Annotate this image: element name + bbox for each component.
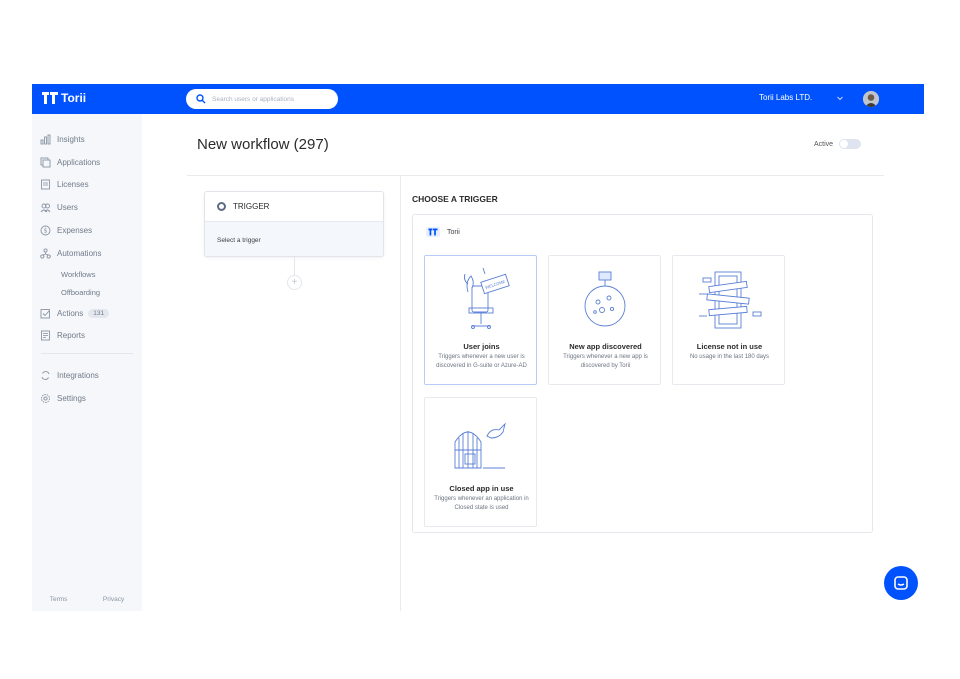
sidebar-footer: Terms Privacy	[32, 596, 142, 603]
sidebar-item-automations[interactable]: Automations	[32, 242, 142, 265]
sidebar-item-label: Insights	[57, 134, 85, 144]
avatar-image-icon	[863, 91, 879, 107]
svg-text:$: $	[44, 228, 48, 235]
sidebar-item-label: Applications	[57, 157, 101, 167]
trigger-source-header: Torii	[426, 227, 460, 237]
sidebar-item-label: Automations	[57, 248, 102, 258]
new-app-illustration-icon	[584, 271, 626, 327]
sidebar-item-reports[interactable]: Reports	[32, 325, 142, 348]
sidebar-item-integrations[interactable]: Integrations	[32, 364, 142, 387]
sidebar-item-label: Integrations	[57, 371, 99, 381]
trigger-radio-icon	[217, 202, 226, 211]
top-bar: Torii Torii Labs LTD.	[32, 84, 924, 114]
closed-app-illustration-icon	[454, 422, 506, 469]
sidebar-item-settings[interactable]: Settings	[32, 387, 142, 410]
sidebar-item-label: Licenses	[57, 180, 89, 190]
node-connector	[294, 257, 295, 275]
terms-link[interactable]: Terms	[50, 596, 68, 603]
chevron-down-icon[interactable]	[836, 94, 844, 102]
integrations-icon	[41, 371, 50, 381]
sidebar-item-label: Expenses	[57, 226, 93, 236]
trigger-chooser-panel: Torii WELCOME User joins Triggers whenev…	[412, 214, 873, 533]
sidebar-nav-secondary: Integrations Settings	[32, 364, 142, 410]
torii-logo-icon	[42, 92, 58, 104]
search-input[interactable]	[212, 95, 332, 103]
trigger-card-title: License not in use	[696, 342, 763, 351]
sidebar-item-label: Users	[57, 203, 78, 213]
sidebar-item-applications[interactable]: Applications	[32, 151, 142, 174]
active-toggle[interactable]	[839, 139, 862, 149]
actions-icon	[40, 308, 50, 319]
trigger-card-description: Triggers whenever a new user is discover…	[436, 354, 527, 369]
trigger-card-user-joins[interactable]: WELCOME User joins Triggers whenever a n…	[424, 255, 537, 385]
active-toggle-group: Active	[814, 139, 862, 149]
sidebar-item-actions[interactable]: Actions 131	[32, 302, 142, 325]
license-illustration-icon	[699, 271, 762, 329]
chat-launcher-button[interactable]	[884, 566, 918, 600]
add-step-button[interactable]: +	[287, 275, 302, 290]
trigger-node-header: TRIGGER	[205, 192, 383, 222]
trigger-source-name: Torii	[447, 228, 460, 236]
sidebar-item-label: Actions	[57, 308, 84, 318]
sidebar-item-insights[interactable]: Insights	[32, 128, 142, 151]
licenses-icon	[41, 180, 50, 190]
sidebar-item-offboarding[interactable]: Offboarding	[32, 283, 142, 302]
chat-icon	[894, 576, 908, 590]
reports-icon	[41, 331, 50, 341]
sidebar-item-label: Workflows	[61, 269, 96, 279]
sidebar-divider	[41, 353, 133, 355]
trigger-heading: TRIGGER	[233, 202, 270, 211]
torii-logo[interactable]: Torii	[42, 91, 86, 105]
sidebar-item-users[interactable]: Users	[32, 196, 142, 219]
sidebar-item-licenses[interactable]: Licenses	[32, 174, 142, 197]
settings-icon	[41, 394, 50, 404]
trigger-card-description: Triggers whenever a new app is discovere…	[563, 354, 648, 369]
actions-count-badge: 131	[88, 308, 110, 318]
users-icon	[40, 203, 51, 213]
sidebar-item-label: Reports	[57, 331, 86, 341]
search-box[interactable]	[186, 89, 338, 109]
sidebar-nav: Insights Applications Licenses Users $ E…	[32, 114, 142, 347]
trigger-card-title: Closed app in use	[449, 484, 514, 493]
sidebar-item-label: Offboarding	[61, 288, 101, 298]
insights-icon	[40, 134, 51, 145]
sidebar-item-label: Settings	[57, 394, 86, 404]
trigger-node-body[interactable]: Select a trigger	[205, 222, 383, 256]
trigger-card-title: New app discovered	[569, 342, 642, 351]
search-icon	[196, 94, 206, 104]
trigger-card-license-not-in-use[interactable]: License not in use No usage in the last …	[672, 255, 785, 385]
trigger-card-title: User joins	[463, 342, 500, 351]
sidebar-item-expenses[interactable]: $ Expenses	[32, 219, 142, 242]
trigger-card-description: No usage in the last 180 days	[689, 354, 770, 360]
org-name[interactable]: Torii Labs LTD.	[759, 93, 812, 102]
applications-icon	[40, 157, 51, 168]
active-label: Active	[814, 140, 834, 148]
torii-source-icon	[426, 227, 440, 237]
logo-text: Torii	[61, 91, 87, 105]
choose-trigger-title: CHOOSE A TRIGGER	[412, 194, 498, 204]
privacy-link[interactable]: Privacy	[103, 596, 124, 603]
user-joins-illustration-icon: WELCOME	[463, 267, 510, 329]
header-divider	[187, 175, 884, 176]
sidebar: Insights Applications Licenses Users $ E…	[32, 114, 142, 611]
panel-divider	[400, 176, 401, 611]
expenses-icon: $	[40, 225, 51, 236]
automations-icon	[40, 248, 51, 259]
trigger-card-description: Triggers whenever an application in Clos…	[434, 496, 529, 511]
trigger-card-new-app[interactable]: New app discovered Triggers whenever a n…	[548, 255, 661, 385]
trigger-node[interactable]: TRIGGER Select a trigger	[204, 191, 384, 257]
page-title: New workflow (297)	[197, 136, 329, 153]
select-trigger-text: Select a trigger	[217, 236, 261, 244]
avatar[interactable]	[863, 91, 879, 107]
sidebar-item-workflows[interactable]: Workflows	[32, 265, 142, 284]
trigger-card-closed-app[interactable]: Closed app in use Triggers whenever an a…	[424, 397, 537, 527]
app-window: Torii Torii Labs LTD. Insights	[32, 84, 924, 611]
